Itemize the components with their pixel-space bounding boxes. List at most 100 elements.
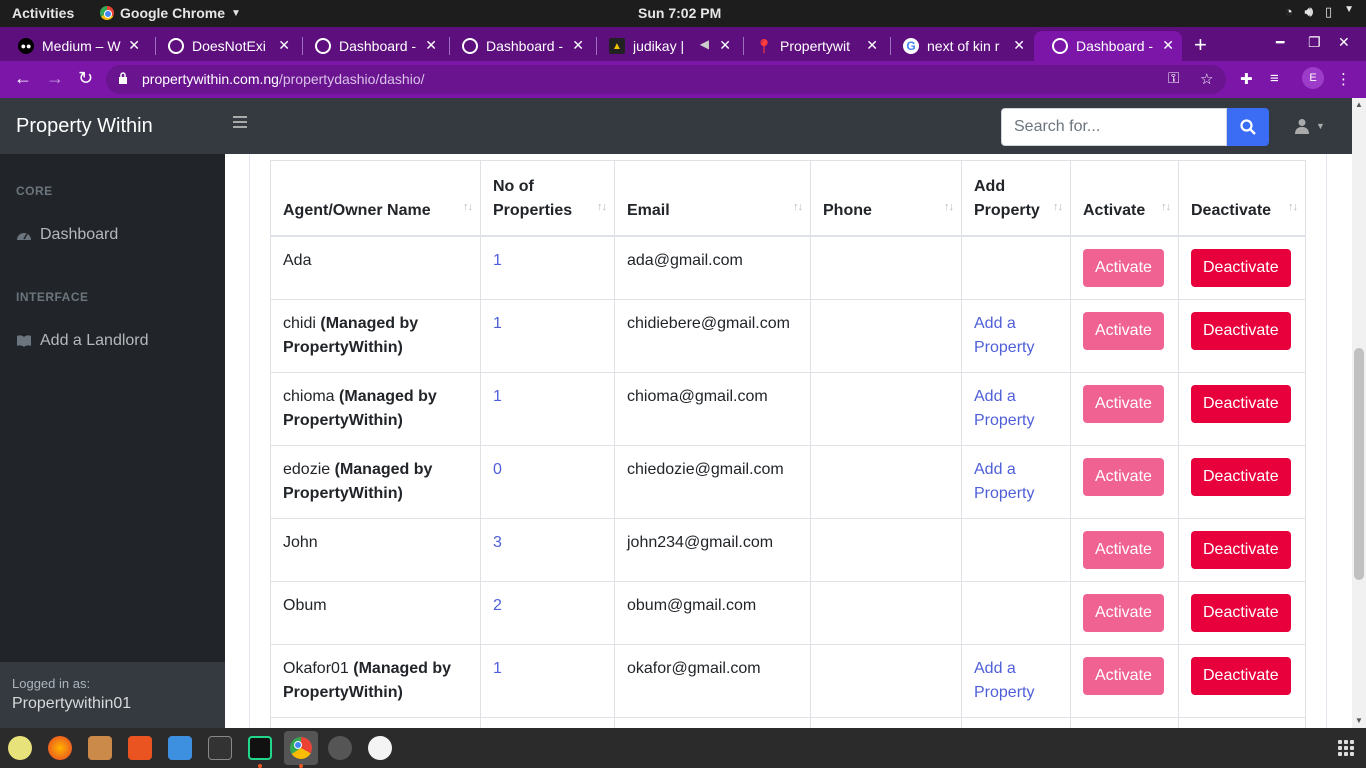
close-icon[interactable]: ✕ xyxy=(1013,37,1025,54)
star-icon[interactable]: ☆ xyxy=(1200,70,1213,88)
software-center-icon[interactable] xyxy=(128,736,152,760)
forward-icon[interactable]: → xyxy=(46,68,64,89)
add-property-link[interactable]: Add a Property xyxy=(974,315,1034,356)
screenshot-tool-icon[interactable] xyxy=(328,736,352,760)
user-menu[interactable]: ▼ xyxy=(1294,118,1325,134)
sort-icon: ↑↓ xyxy=(793,200,803,213)
deactivate-button[interactable]: Deactivate xyxy=(1191,656,1291,695)
app-menu[interactable]: Google Chrome ▼ xyxy=(100,5,241,21)
properties-count-link[interactable]: 3 xyxy=(493,534,502,551)
search-button[interactable] xyxy=(1227,108,1269,146)
deactivate-button[interactable]: Deactivate xyxy=(1191,457,1291,496)
browser-tab[interactable]: ▲ judikay | ◀ ✕ xyxy=(591,31,739,61)
document-icon[interactable] xyxy=(168,736,192,760)
media-queue-icon[interactable]: ≡ xyxy=(1270,70,1279,87)
wifi-icon: ◔ xyxy=(1284,4,1293,19)
activate-button[interactable]: Activate xyxy=(1083,656,1164,695)
firefox-icon[interactable] xyxy=(48,736,72,760)
cell-phone xyxy=(810,371,962,446)
close-icon[interactable]: ✕ xyxy=(572,37,584,54)
key-icon[interactable]: ⚿ xyxy=(1168,70,1179,87)
ubuntu-app-icon[interactable] xyxy=(8,736,32,760)
browser-tab[interactable]: ●● Medium – W ✕ xyxy=(0,31,148,61)
deactivate-button[interactable]: Deactivate xyxy=(1191,530,1291,569)
pycharm-icon[interactable] xyxy=(248,736,272,760)
deactivate-button[interactable]: Deactivate xyxy=(1191,311,1291,350)
activate-button[interactable]: Activate xyxy=(1083,384,1164,423)
column-header-email[interactable]: Email ↑↓ xyxy=(614,160,811,237)
properties-count-link[interactable]: 1 xyxy=(493,388,502,405)
add-property-link[interactable]: Add a Property xyxy=(974,660,1034,701)
scrollbar-thumb[interactable] xyxy=(1354,348,1364,580)
app-icon[interactable] xyxy=(368,736,392,760)
cell-activate: Activate xyxy=(1070,580,1179,645)
address-bar[interactable]: propertywithin.com.ng/propertydashio/das… xyxy=(106,65,1226,94)
profile-avatar[interactable]: E xyxy=(1302,67,1324,89)
sidebar-item-add-landlord[interactable]: Add a Landlord xyxy=(16,332,149,350)
close-icon[interactable]: ✕ xyxy=(719,37,731,54)
browser-tab[interactable]: G next of kin r ✕ xyxy=(885,31,1033,61)
cell-email: obum@gmail.com xyxy=(614,580,811,645)
activate-button[interactable]: Activate xyxy=(1083,457,1164,496)
close-window-icon[interactable]: ✕ xyxy=(1338,34,1350,51)
files-icon[interactable] xyxy=(88,736,112,760)
close-icon[interactable]: ✕ xyxy=(425,37,437,54)
speaker-icon[interactable]: ◀ xyxy=(700,37,709,51)
deactivate-button[interactable]: Deactivate xyxy=(1191,248,1291,287)
scroll-up-icon[interactable]: ▲ xyxy=(1355,100,1363,109)
cell-properties: 1 xyxy=(480,298,615,373)
properties-count-link[interactable]: 1 xyxy=(493,252,502,269)
terminal-icon[interactable] xyxy=(208,736,232,760)
sidebar-heading-interface: INTERFACE xyxy=(16,290,89,304)
close-icon[interactable]: ✕ xyxy=(1162,37,1174,54)
show-applications-icon[interactable] xyxy=(1338,740,1354,756)
deactivate-button[interactable]: Deactivate xyxy=(1191,384,1291,423)
cell-phone xyxy=(810,444,962,519)
browser-tab[interactable]: Dashboard - ✕ xyxy=(444,31,592,61)
browser-tab[interactable]: 📍︎ Propertywit ✕ xyxy=(738,31,886,61)
add-property-link[interactable]: Add a Property xyxy=(974,388,1034,429)
cell-phone xyxy=(810,298,962,373)
activate-button[interactable]: Activate xyxy=(1083,248,1164,287)
close-icon[interactable]: ✕ xyxy=(128,37,140,54)
system-tray[interactable]: ◔ 🔊︎ ▯ ▼ xyxy=(1285,4,1354,20)
back-icon[interactable]: ← xyxy=(14,68,32,89)
column-header-deactivate[interactable]: Deactivate ↑↓ xyxy=(1178,160,1306,237)
scroll-down-icon[interactable]: ▼ xyxy=(1355,716,1363,725)
extensions-icon[interactable]: ✚ xyxy=(1240,70,1253,88)
properties-count-link[interactable]: 0 xyxy=(493,461,502,478)
add-property-link[interactable]: Add a Property xyxy=(974,461,1034,502)
properties-count-link[interactable]: 1 xyxy=(493,315,502,332)
kebab-menu-icon[interactable]: ⋮ xyxy=(1336,70,1351,88)
deactivate-button[interactable]: Deactivate xyxy=(1191,593,1291,632)
browser-tab[interactable]: Dashboard - ✕ xyxy=(297,31,445,61)
column-header-name[interactable]: Agent/Owner Name ↑↓ xyxy=(270,160,481,237)
clock[interactable]: Sun 7:02 PM xyxy=(638,5,721,21)
chrome-dock-item[interactable] xyxy=(284,731,318,765)
page-scrollbar[interactable]: ▲ ▼ xyxy=(1352,98,1366,728)
reload-icon[interactable]: ↻ xyxy=(78,68,93,89)
brand-title[interactable]: Property Within xyxy=(16,115,153,138)
activate-button[interactable]: Activate xyxy=(1083,311,1164,350)
sidebar-item-dashboard[interactable]: Dashboard xyxy=(16,226,118,244)
tab-title: Propertywit xyxy=(780,38,851,54)
new-tab-button[interactable]: + xyxy=(1194,32,1207,58)
close-icon[interactable]: ✕ xyxy=(278,37,290,54)
activities-button[interactable]: Activities xyxy=(12,5,74,21)
activate-button[interactable]: Activate xyxy=(1083,593,1164,632)
close-icon[interactable]: ✕ xyxy=(866,37,878,54)
hamburger-menu-icon[interactable] xyxy=(233,116,247,128)
search-input[interactable] xyxy=(1001,108,1227,146)
column-header-add-property[interactable]: Add Property ↑↓ xyxy=(961,160,1071,237)
activate-button[interactable]: Activate xyxy=(1083,530,1164,569)
column-header-properties[interactable]: No of Properties ↑↓ xyxy=(480,160,615,237)
properties-count-link[interactable]: 2 xyxy=(493,597,502,614)
browser-tab-active[interactable]: Dashboard - ✕ xyxy=(1034,31,1182,61)
properties-count-link[interactable]: 1 xyxy=(493,660,502,677)
column-header-phone[interactable]: Phone ↑↓ xyxy=(810,160,962,237)
cell-name: Ada xyxy=(270,235,481,300)
column-header-activate[interactable]: Activate ↑↓ xyxy=(1070,160,1179,237)
minimize-icon[interactable]: ━ xyxy=(1276,34,1284,51)
browser-tab[interactable]: DoesNotExi ✕ xyxy=(150,31,298,61)
maximize-icon[interactable]: ❐ xyxy=(1308,34,1321,51)
